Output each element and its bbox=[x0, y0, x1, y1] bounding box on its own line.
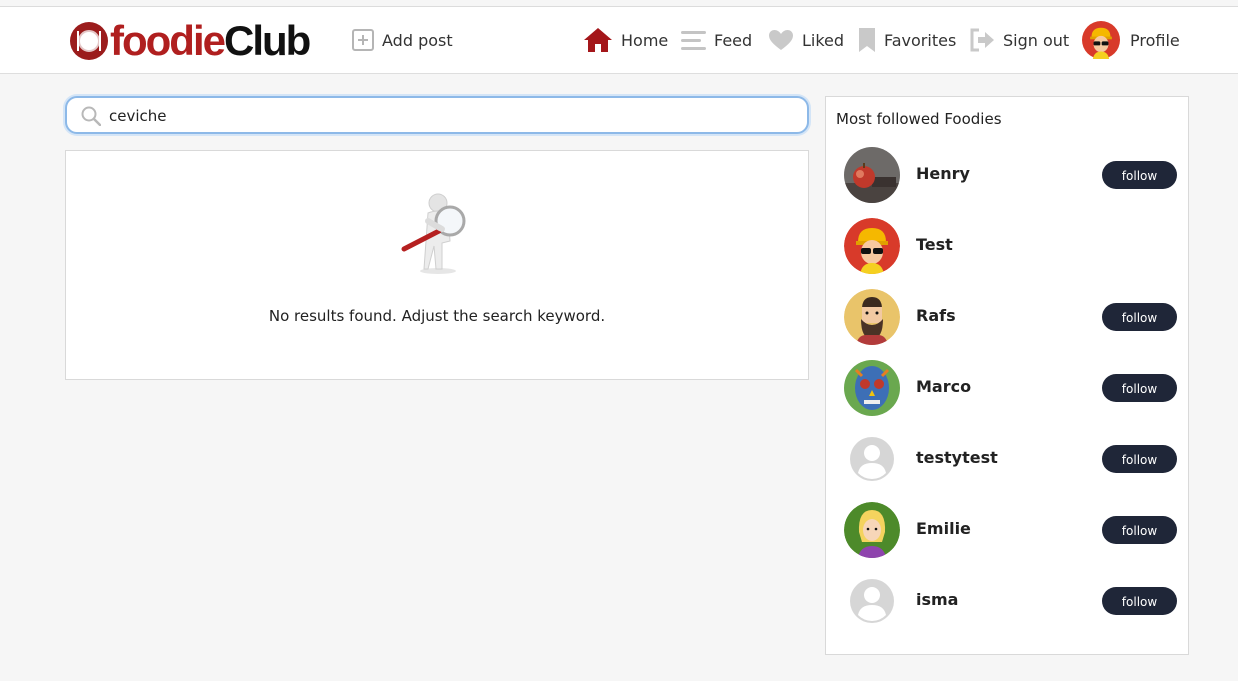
default-user-icon[interactable] bbox=[844, 431, 900, 487]
avatar-marco[interactable] bbox=[844, 360, 900, 416]
nav-sign-out[interactable]: Sign out bbox=[969, 24, 1069, 56]
home-icon bbox=[583, 27, 613, 53]
foodie-name[interactable]: Henry bbox=[916, 164, 970, 183]
search-results-panel: No results found. Adjust the search keyw… bbox=[65, 150, 809, 380]
add-post-button[interactable]: Add post bbox=[352, 24, 453, 56]
avatar-rafs[interactable] bbox=[844, 289, 900, 345]
search-icon bbox=[81, 106, 102, 130]
avatar-emilie[interactable] bbox=[844, 502, 900, 558]
logo-text-club: Club bbox=[223, 17, 311, 64]
foodie-row-marco: Marco follow bbox=[844, 360, 1177, 416]
follow-button[interactable]: follow bbox=[1102, 445, 1177, 473]
foodie-name[interactable]: testytest bbox=[916, 448, 998, 467]
follow-button[interactable]: follow bbox=[1102, 161, 1177, 189]
nav-profile-label: Profile bbox=[1130, 30, 1180, 50]
feed-icon bbox=[681, 29, 706, 51]
nav-home[interactable]: Home bbox=[583, 24, 668, 56]
nav-profile[interactable]: Profile bbox=[1082, 21, 1180, 59]
nav-feed[interactable]: Feed bbox=[681, 24, 752, 56]
avatar-henry[interactable] bbox=[844, 147, 900, 203]
nav-favorites-label: Favorites bbox=[884, 30, 957, 50]
nav-favorites[interactable]: Favorites bbox=[858, 24, 956, 56]
foodie-row-henry: Henry follow bbox=[844, 147, 1177, 203]
foodie-row-emilie: Emilie follow bbox=[844, 502, 1177, 558]
foodie-row-isma: isma follow bbox=[844, 573, 1177, 629]
avatar-test[interactable] bbox=[844, 218, 900, 274]
default-user-icon[interactable] bbox=[844, 573, 900, 629]
magnifying-glass-person-icon bbox=[398, 191, 478, 276]
nav-liked[interactable]: Liked bbox=[768, 24, 844, 56]
most-followed-sidebar: Most followed Foodies Henry follow Test … bbox=[825, 96, 1189, 655]
foodie-row-testytest: testytest follow bbox=[844, 431, 1177, 487]
search-input[interactable] bbox=[107, 102, 801, 130]
sidebar-title: Most followed Foodies bbox=[836, 110, 1002, 128]
profile-avatar bbox=[1082, 21, 1120, 59]
nav-sign-out-label: Sign out bbox=[1003, 30, 1070, 50]
foodie-name[interactable]: Emilie bbox=[916, 519, 971, 538]
foodie-name[interactable]: Test bbox=[916, 235, 953, 254]
heart-icon bbox=[768, 29, 794, 51]
sign-out-icon bbox=[969, 28, 995, 52]
logo-text-foodie: foodie bbox=[110, 17, 226, 64]
nav-feed-label: Feed bbox=[714, 30, 753, 50]
no-results-message: No results found. Adjust the search keyw… bbox=[268, 307, 606, 325]
plate-icon bbox=[70, 22, 108, 60]
foodie-name[interactable]: Marco bbox=[916, 377, 971, 396]
nav-liked-label: Liked bbox=[802, 30, 845, 50]
follow-button[interactable]: follow bbox=[1102, 587, 1177, 615]
bookmark-icon bbox=[858, 27, 876, 53]
follow-button[interactable]: follow bbox=[1102, 516, 1177, 544]
add-post-label: Add post bbox=[382, 30, 453, 50]
foodie-row-rafs: Rafs follow bbox=[844, 289, 1177, 345]
foodie-name[interactable]: isma bbox=[916, 590, 958, 609]
logo-text: foodieClub bbox=[110, 20, 311, 62]
nav-home-label: Home bbox=[621, 30, 669, 50]
follow-button[interactable]: follow bbox=[1102, 374, 1177, 402]
foodie-row-test: Test bbox=[844, 218, 1174, 274]
foodieclub-logo[interactable]: foodieClub bbox=[70, 20, 311, 62]
search-box[interactable] bbox=[65, 96, 809, 134]
foodie-name[interactable]: Rafs bbox=[916, 306, 956, 325]
top-navbar: foodieClub Add post Home Feed Liked Favo… bbox=[0, 7, 1238, 74]
follow-button[interactable]: follow bbox=[1102, 303, 1177, 331]
add-square-icon bbox=[352, 29, 374, 51]
